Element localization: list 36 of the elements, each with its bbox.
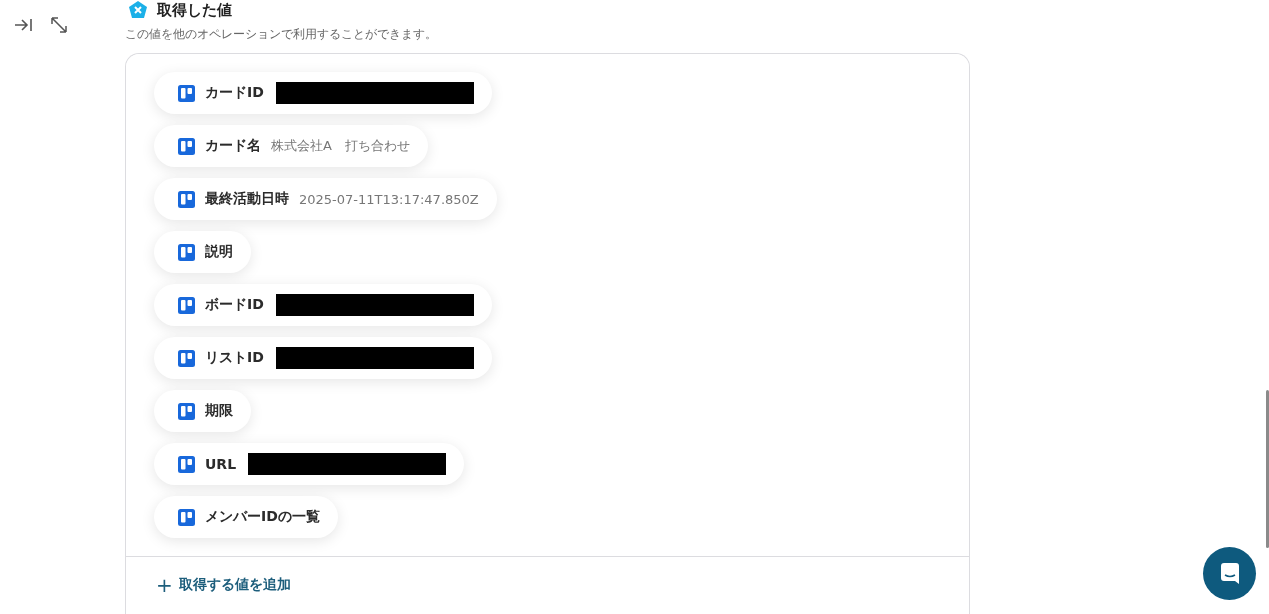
app-logo-icon xyxy=(127,0,149,20)
value-text: 2025-07-11T13:17:47.850Z xyxy=(299,191,479,207)
section-description: この値を他のオペレーションで利用することができます。 xyxy=(125,26,438,43)
value-chip[interactable]: 説明 xyxy=(154,231,251,273)
value-text: 株式会社A 打ち合わせ xyxy=(271,137,410,155)
board-icon xyxy=(178,190,195,208)
chat-button[interactable] xyxy=(1203,547,1256,600)
value-chip[interactable]: リストID xyxy=(154,337,492,379)
expand-icon[interactable] xyxy=(49,15,69,35)
value-label: メンバーIDの一覧 xyxy=(205,508,320,526)
value-label: URL xyxy=(205,456,237,472)
value-label: カードID xyxy=(205,84,264,102)
value-label: 最終活動日時 xyxy=(205,190,289,208)
board-icon xyxy=(178,455,195,473)
value-label: 説明 xyxy=(205,243,233,261)
board-icon xyxy=(178,349,195,367)
value-label: カード名 xyxy=(205,137,261,155)
value-chip[interactable]: ボードID xyxy=(154,284,492,326)
board-icon xyxy=(178,508,195,526)
value-label: 期限 xyxy=(205,402,233,420)
value-chip[interactable]: カード名 株式会社A 打ち合わせ xyxy=(154,125,428,167)
scrollbar[interactable] xyxy=(1266,390,1269,548)
value-chip[interactable]: URL xyxy=(154,443,465,485)
value-chip[interactable]: メンバーIDの一覧 xyxy=(154,496,338,538)
board-icon xyxy=(178,296,195,314)
add-value-button[interactable]: + 取得する値を追加 xyxy=(156,575,291,595)
section-title: 取得した値 xyxy=(157,0,232,20)
value-label: ボードID xyxy=(205,296,264,314)
value-chip[interactable]: 最終活動日時 2025-07-11T13:17:47.850Z xyxy=(154,178,497,220)
board-icon xyxy=(178,84,195,102)
value-chip[interactable]: 期限 xyxy=(154,390,251,432)
board-icon xyxy=(178,243,195,261)
value-label: リストID xyxy=(205,349,264,367)
value-chip[interactable]: カードID xyxy=(154,72,492,114)
board-icon xyxy=(178,137,195,155)
board-icon xyxy=(178,402,195,420)
